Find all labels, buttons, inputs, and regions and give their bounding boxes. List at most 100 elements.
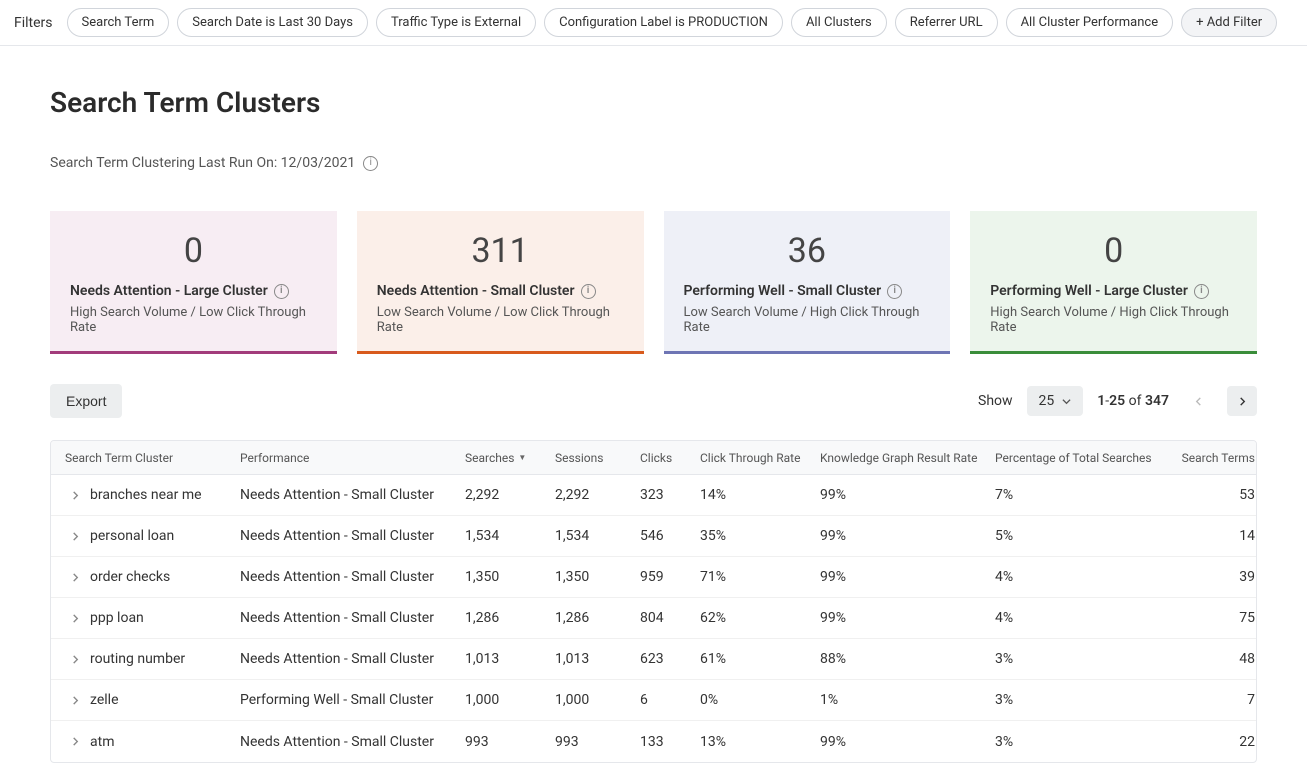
filter-pill[interactable]: All Clusters (791, 8, 887, 37)
summary-card[interactable]: 0Needs Attention - Large ClusteriHigh Se… (50, 211, 337, 354)
cell-sessions: 1,000 (555, 692, 640, 708)
chevron-right-icon[interactable] (71, 655, 80, 664)
card-count: 0 (70, 231, 317, 271)
cell-performance: Needs Attention - Small Cluster (240, 734, 465, 750)
cell-performance: Needs Attention - Small Cluster (240, 569, 465, 585)
cell-terms: 48 (1155, 651, 1255, 667)
filter-pill[interactable]: Configuration Label is PRODUCTION (544, 8, 783, 37)
cell-pts: 3% (995, 734, 1155, 750)
card-title: Needs Attention - Large Clusteri (70, 283, 317, 299)
cell-performance: Needs Attention - Small Cluster (240, 651, 465, 667)
col-performance[interactable]: Performance (240, 451, 465, 465)
last-run: Search Term Clustering Last Run On: 12/0… (50, 155, 1257, 171)
filter-pill[interactable]: All Cluster Performance (1006, 8, 1174, 37)
cell-sessions: 1,013 (555, 651, 640, 667)
chevron-right-icon[interactable] (71, 573, 80, 582)
page-size-select[interactable]: 25 (1027, 386, 1084, 416)
table-row[interactable]: zellePerforming Well - Small Cluster1,00… (51, 680, 1256, 721)
cell-name: personal loan (65, 528, 240, 544)
cell-clicks: 6 (640, 692, 700, 708)
cell-kg: 99% (820, 734, 995, 750)
chevron-right-icon[interactable] (71, 614, 80, 623)
show-label: Show (978, 393, 1013, 409)
col-pts[interactable]: Percentage of Total Searches (995, 451, 1155, 465)
table-row[interactable]: branches near meNeeds Attention - Small … (51, 475, 1256, 516)
chevron-right-icon[interactable] (71, 491, 80, 500)
cell-pts: 5% (995, 528, 1155, 544)
card-count: 311 (377, 231, 624, 271)
card-count: 36 (684, 231, 931, 271)
table-row[interactable]: routing numberNeeds Attention - Small Cl… (51, 639, 1256, 680)
cell-sessions: 1,286 (555, 610, 640, 626)
last-run-text: Search Term Clustering Last Run On: 12/0… (50, 155, 355, 171)
cell-searches: 1,350 (465, 569, 555, 585)
table-row[interactable]: ppp loanNeeds Attention - Small Cluster1… (51, 598, 1256, 639)
cell-terms: 75 (1155, 610, 1255, 626)
col-sessions[interactable]: Sessions (555, 451, 640, 465)
filter-pill[interactable]: Traffic Type is External (376, 8, 536, 37)
cell-pts: 3% (995, 692, 1155, 708)
cell-clicks: 804 (640, 610, 700, 626)
cell-name: ppp loan (65, 610, 240, 626)
next-page-button[interactable] (1227, 386, 1257, 416)
cell-sessions: 1,534 (555, 528, 640, 544)
cell-searches: 1,286 (465, 610, 555, 626)
summary-card[interactable]: 311Needs Attention - Small ClusteriLow S… (357, 211, 644, 354)
cell-name: order checks (65, 569, 240, 585)
chevron-right-icon[interactable] (71, 532, 80, 541)
cell-kg: 99% (820, 528, 995, 544)
cell-searches: 1,013 (465, 651, 555, 667)
pagination: Show 25 1-25 of 347 (978, 386, 1257, 416)
cell-kg: 99% (820, 569, 995, 585)
card-title: Needs Attention - Small Clusteri (377, 283, 624, 299)
chevron-right-icon[interactable] (71, 696, 80, 705)
cell-searches: 1,000 (465, 692, 555, 708)
cell-performance: Performing Well - Small Cluster (240, 692, 465, 708)
info-icon[interactable]: i (274, 284, 289, 299)
filter-pill[interactable]: Referrer URL (895, 8, 998, 37)
card-title: Performing Well - Small Clusteri (684, 283, 931, 299)
col-terms[interactable]: Search Terms (1155, 451, 1255, 465)
card-sub: Low Search Volume / High Click Through R… (684, 305, 931, 335)
summary-card[interactable]: 36 Performing Well - Small Clusteri Low Se… (664, 211, 951, 354)
info-icon[interactable]: i (363, 156, 378, 171)
cell-searches: 2,292 (465, 487, 555, 503)
cell-clicks: 323 (640, 487, 700, 503)
chevron-right-icon (1238, 397, 1247, 406)
export-button[interactable]: Export (50, 384, 122, 418)
col-ctr[interactable]: Click Through Rate (700, 451, 820, 465)
summary-card[interactable]: 0Performing Well - Large ClusteriHigh Se… (970, 211, 1257, 354)
cell-pts: 4% (995, 610, 1155, 626)
cell-performance: Needs Attention - Small Cluster (240, 610, 465, 626)
col-kg[interactable]: Knowledge Graph Result Rate (820, 451, 995, 465)
cell-ctr: 61% (700, 651, 820, 667)
filter-pill[interactable]: Search Term (67, 8, 170, 37)
info-icon[interactable]: i (887, 284, 902, 299)
cell-name: branches near me (65, 487, 240, 503)
info-icon[interactable]: i (581, 284, 596, 299)
cell-terms: 39 (1155, 569, 1255, 585)
cell-terms: 7 (1155, 692, 1255, 708)
col-cluster[interactable]: Search Term Cluster (65, 451, 240, 465)
cell-searches: 993 (465, 734, 555, 750)
filter-pill[interactable]: Search Date is Last 30 Days (177, 8, 368, 37)
cell-kg: 99% (820, 610, 995, 626)
page-title: Search Term Clusters (50, 86, 1257, 119)
table-row[interactable]: order checksNeeds Attention - Small Clus… (51, 557, 1256, 598)
col-clicks[interactable]: Clicks (640, 451, 700, 465)
cell-ctr: 0% (700, 692, 820, 708)
cell-name: zelle (65, 692, 240, 708)
cell-pts: 3% (995, 651, 1155, 667)
col-searches[interactable]: Searches ▼ (465, 451, 555, 465)
add-filter-button[interactable]: + Add Filter (1181, 8, 1277, 37)
table-header: Search Term Cluster Performance Searches… (51, 441, 1256, 475)
cell-searches: 1,534 (465, 528, 555, 544)
sort-desc-icon: ▼ (518, 453, 526, 462)
chevron-right-icon[interactable] (71, 737, 80, 746)
cell-sessions: 1,350 (555, 569, 640, 585)
info-icon[interactable]: i (1194, 284, 1209, 299)
table-row[interactable]: personal loanNeeds Attention - Small Clu… (51, 516, 1256, 557)
cell-kg: 88% (820, 651, 995, 667)
cell-sessions: 2,292 (555, 487, 640, 503)
cell-performance: Needs Attention - Small Cluster (240, 528, 465, 544)
